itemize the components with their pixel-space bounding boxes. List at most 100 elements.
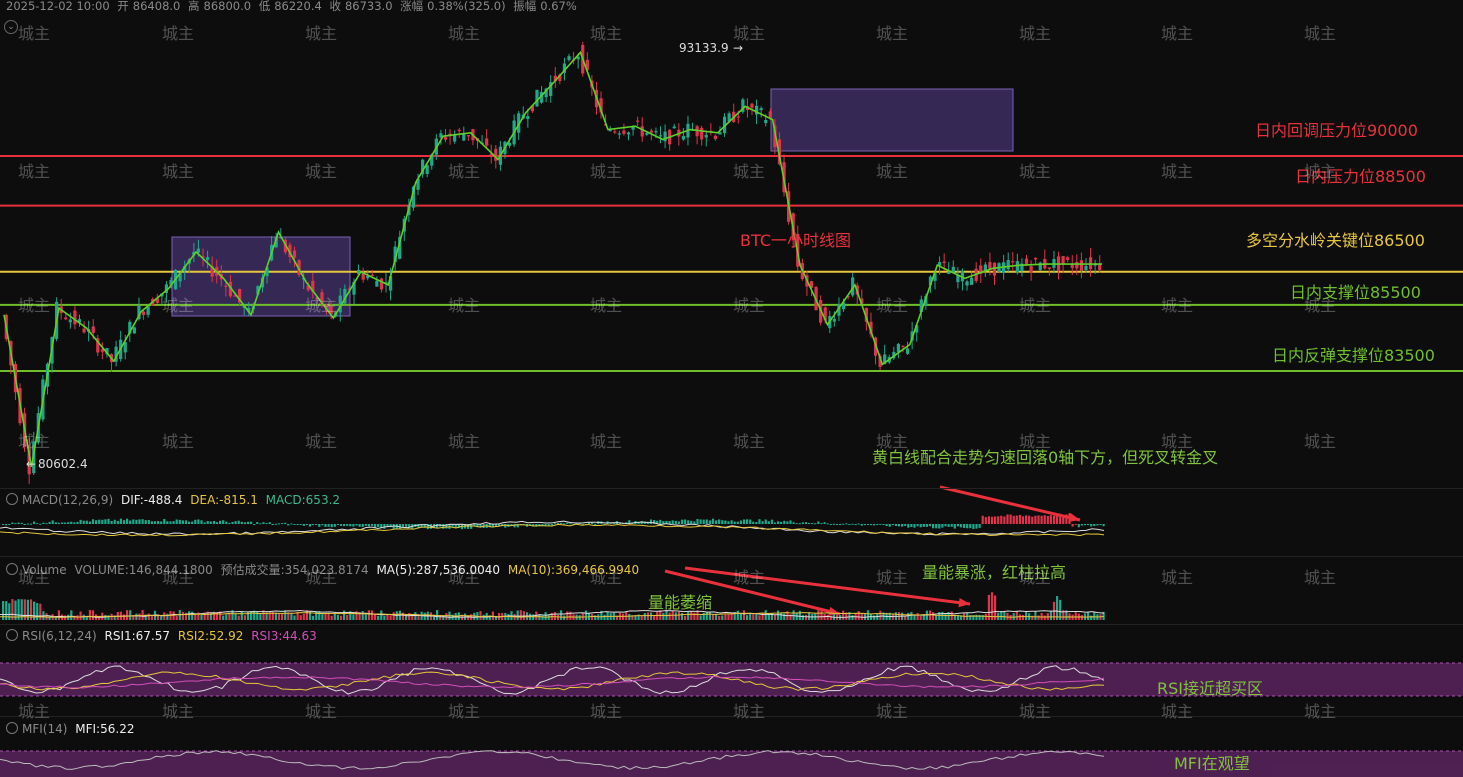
bell-icon[interactable] [6, 722, 18, 734]
collapse-icon[interactable]: ⌄ [4, 20, 18, 34]
volume-bar [674, 612, 677, 620]
volume-bar [194, 614, 197, 620]
macd-bar [287, 524, 290, 526]
candle-body [645, 133, 649, 135]
macd-bar [842, 523, 845, 525]
macd-bar [324, 524, 327, 527]
macd-bar [959, 524, 963, 528]
macd-bar [318, 524, 321, 527]
macd-bar [801, 522, 804, 524]
bell-icon[interactable] [6, 493, 18, 505]
macd-bar [14, 523, 17, 525]
price-chart [0, 41, 1463, 777]
volume-bar [699, 615, 702, 620]
macd-bar [169, 521, 172, 524]
bell-icon[interactable] [6, 563, 18, 575]
macd-bar [364, 524, 367, 526]
volume-bar [563, 615, 566, 620]
macd-bar [835, 524, 839, 525]
volume-bar [104, 614, 107, 620]
macd-bar [659, 519, 662, 524]
macd-bar [206, 521, 209, 524]
macd-bar [702, 519, 705, 524]
macd-bar [203, 522, 206, 524]
watermark-text: 城主 [876, 162, 909, 181]
volume-bar [364, 613, 367, 620]
ohlc-header: 2025-12-02 10:00 开 86408.0 高 86800.0 低 8622… [6, 0, 581, 14]
volume-bar [798, 610, 801, 620]
high-value: 86800.0 [203, 0, 252, 13]
volume-bar [336, 614, 339, 620]
watermark-text: 城主 [305, 568, 338, 587]
macd-bar [23, 524, 26, 525]
volume-bar [953, 615, 956, 620]
macd-bar [1046, 515, 1049, 524]
macd-bar [377, 524, 380, 528]
volume-bar [1087, 612, 1090, 620]
volume-bar [160, 615, 163, 620]
bell-icon[interactable] [6, 629, 18, 641]
macd-bar [321, 524, 324, 526]
macd-bar [228, 522, 231, 524]
macd-bar [225, 521, 228, 524]
macd-bar [308, 524, 312, 527]
volume-bar [82, 614, 85, 620]
candle-body [764, 119, 768, 124]
candle-body [736, 116, 740, 118]
macd-bar [1102, 524, 1105, 527]
macd-bar [1090, 524, 1093, 527]
macd-bar [122, 520, 126, 524]
macd-bar [262, 522, 265, 524]
candle-body [224, 285, 228, 287]
macd-bar [758, 519, 761, 524]
macd-name: MACD(12,26,9) [22, 493, 114, 507]
macd-bar [891, 524, 894, 525]
macd-bar [1074, 524, 1077, 525]
watermark-text: 城主 [733, 432, 766, 451]
volume-bar [352, 614, 355, 620]
watermark-text: 城主 [590, 432, 623, 451]
candle-body [640, 126, 644, 137]
macd-bar [674, 520, 677, 524]
macd-bar [243, 522, 246, 524]
macd-bar [370, 524, 374, 526]
watermark-text: 城主 [1019, 162, 1052, 181]
macd-bar [746, 519, 749, 524]
rsi2-value: RSI2:52.92 [177, 629, 244, 643]
macd-bar [566, 522, 569, 524]
watermark-text: 城主 [876, 296, 909, 315]
macd-bar [919, 524, 922, 528]
macd-bar [504, 524, 507, 528]
macd-bar [191, 521, 194, 524]
macd-bar [1006, 514, 1009, 524]
macd-bar [259, 523, 262, 525]
watermark-text: 城主 [733, 702, 766, 721]
macd-bar [1034, 515, 1037, 524]
volume-bar [321, 613, 324, 620]
volume-bar [76, 615, 79, 620]
macd-bar [1049, 515, 1052, 524]
watermark-text: 城主 [448, 296, 481, 315]
macd-bar [969, 524, 972, 529]
macd-bar [330, 524, 333, 528]
macd-bar [147, 519, 150, 524]
macd-bar [857, 523, 860, 525]
macd-bar [91, 519, 95, 524]
macd-bar [110, 520, 113, 524]
volume-bar [377, 615, 380, 620]
volume-bar [1037, 615, 1040, 620]
macd-bar [51, 520, 54, 524]
macd-bar [736, 521, 739, 524]
volume-bar [240, 611, 243, 620]
macd-bar [671, 520, 674, 524]
candle-body [526, 116, 530, 120]
candle-body [1006, 259, 1010, 270]
candle-body [141, 311, 146, 316]
volume-bar [680, 613, 684, 620]
volume-bar [36, 603, 39, 620]
macd-bar [95, 520, 98, 524]
volume-bar [746, 615, 749, 620]
macd-bar [355, 524, 358, 526]
watermark-text: 城主 [448, 24, 481, 43]
low-label: 低 [258, 0, 271, 13]
